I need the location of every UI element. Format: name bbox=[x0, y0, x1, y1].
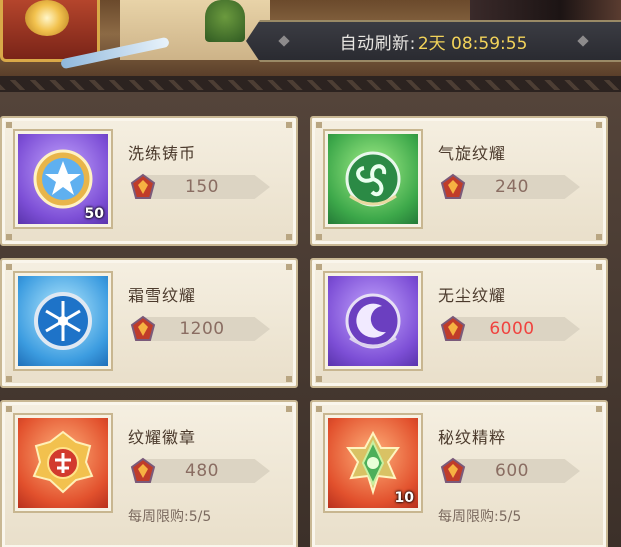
diamond-ornament-icon bbox=[577, 35, 589, 47]
price-tag[interactable]: 480 bbox=[128, 456, 270, 486]
item-icon-frame bbox=[325, 131, 421, 227]
item-quantity: 50 bbox=[84, 206, 104, 222]
shop-item-card[interactable]: 10 秘纹精粹 600 每周限购:5/5 bbox=[310, 400, 608, 547]
weekly-limit: 每周限购:5/5 bbox=[128, 509, 212, 525]
item-price: 480 bbox=[185, 461, 219, 481]
auto-refresh-banner: 自动刷新: 2天 08:59:55 bbox=[246, 20, 621, 62]
item-name: 纹耀徽章 bbox=[128, 428, 197, 447]
price-tag[interactable]: 1200 bbox=[128, 314, 270, 344]
item-icon-frame bbox=[15, 273, 111, 369]
item-price: 150 bbox=[185, 177, 219, 197]
shop-item-card[interactable]: 无尘纹耀 6000 bbox=[310, 258, 608, 388]
item-name: 霜雪纹耀 bbox=[128, 286, 197, 305]
shop-item-card[interactable]: 气旋纹耀 240 bbox=[310, 116, 608, 246]
snowflake-emblem-icon bbox=[34, 292, 92, 350]
item-icon-frame bbox=[15, 415, 111, 511]
price-tag[interactable]: 600 bbox=[438, 456, 580, 486]
crescent-emblem-icon bbox=[345, 293, 401, 349]
item-name: 洗练铸币 bbox=[128, 144, 197, 163]
weekly-limit: 每周限购:5/5 bbox=[438, 509, 522, 525]
treasure-chest-icon bbox=[0, 0, 100, 62]
shop-item-card[interactable]: 50 洗练铸币 150 bbox=[0, 116, 298, 246]
item-icon-frame bbox=[325, 273, 421, 369]
item-icon-frame: 10 bbox=[325, 415, 421, 511]
item-name: 气旋纹耀 bbox=[438, 144, 507, 163]
shop-panel: 50 洗练铸币 150 气旋纹耀 240 霜雪纹耀 1200 无尘纹耀 6000… bbox=[0, 92, 621, 547]
item-name: 无尘纹耀 bbox=[438, 286, 507, 305]
item-price: 240 bbox=[495, 177, 529, 197]
shop-item-card[interactable]: 霜雪纹耀 1200 bbox=[0, 258, 298, 388]
item-price: 1200 bbox=[179, 319, 225, 339]
plant-icon bbox=[205, 0, 245, 42]
item-price: 600 bbox=[495, 461, 529, 481]
item-name: 秘纹精粹 bbox=[438, 428, 507, 447]
item-quantity: 10 bbox=[394, 490, 414, 506]
shop-item-card[interactable]: 纹耀徽章 480 每周限购:5/5 bbox=[0, 400, 298, 547]
diamond-ornament-icon bbox=[278, 35, 290, 47]
price-tag[interactable]: 240 bbox=[438, 172, 580, 202]
triskelion-emblem-icon bbox=[345, 151, 401, 207]
item-price: 6000 bbox=[489, 319, 535, 339]
price-tag[interactable]: 6000 bbox=[438, 314, 580, 344]
price-tag[interactable]: 150 bbox=[128, 172, 270, 202]
divider bbox=[0, 76, 621, 92]
item-icon-frame: 50 bbox=[15, 131, 111, 227]
gold-badge-icon bbox=[32, 430, 94, 494]
refresh-countdown: 2天 08:59:55 bbox=[417, 33, 528, 54]
refresh-label: 自动刷新: bbox=[339, 33, 416, 54]
sun-emblem-icon bbox=[25, 0, 69, 36]
